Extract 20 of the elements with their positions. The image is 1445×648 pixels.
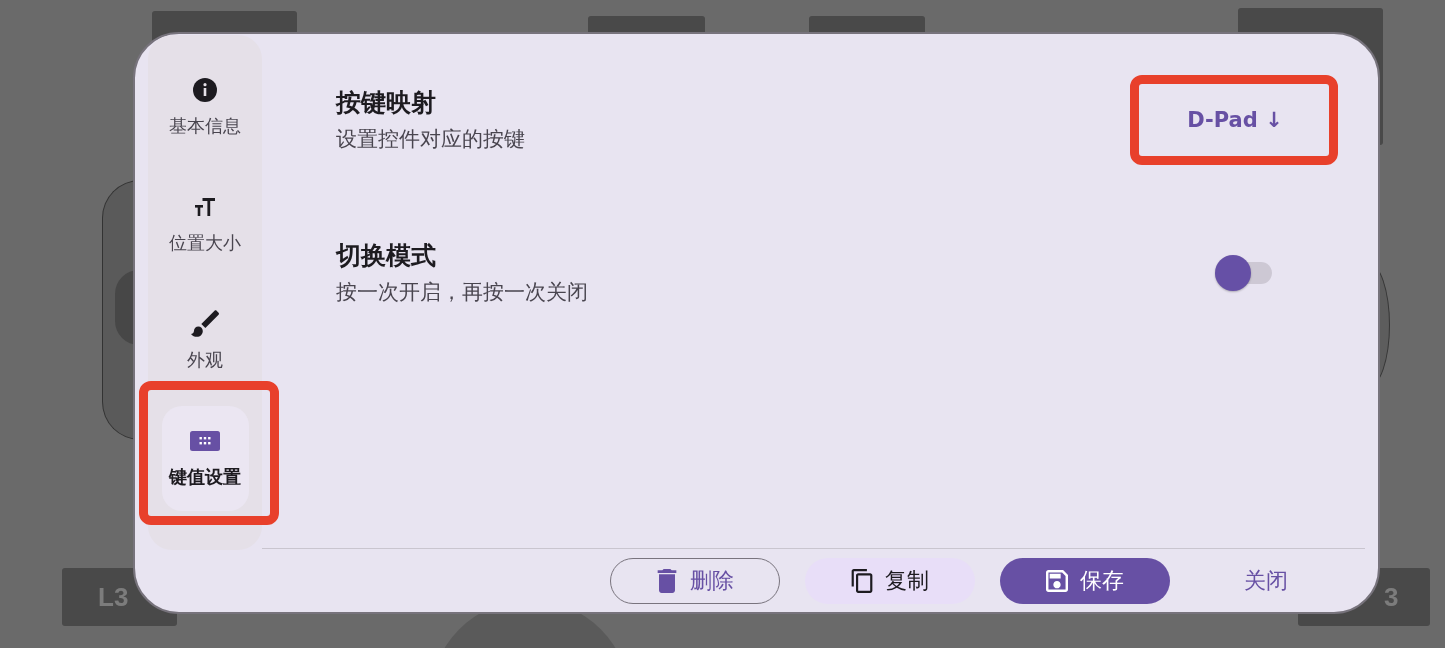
- brush-icon: [191, 309, 219, 337]
- keyboard-icon: [190, 430, 220, 451]
- setting-description: 设置控件对应的按键: [336, 126, 525, 152]
- copy-button[interactable]: 复制: [805, 558, 975, 604]
- nav-item[interactable]: 外观: [161, 289, 249, 394]
- setting-title: 按键映射: [336, 88, 436, 118]
- nav-item[interactable]: 位置大小: [161, 172, 249, 277]
- toggle-switch[interactable]: [1215, 255, 1272, 291]
- text-size-icon: [195, 197, 215, 216]
- setting-title: 切换模式: [336, 241, 436, 271]
- save-button[interactable]: 保存: [1000, 558, 1170, 604]
- copy-icon: [851, 569, 873, 593]
- key-mapping-button[interactable]: D-Pad ↓: [1150, 92, 1320, 148]
- nav-item[interactable]: 键值设置: [161, 406, 249, 511]
- trash-icon: [656, 569, 678, 593]
- info-icon: [193, 77, 217, 102]
- save-icon: [1046, 569, 1068, 593]
- nav-item[interactable]: 基本信息: [161, 55, 249, 160]
- setting-description: 按一次开启，再按一次关闭: [336, 279, 588, 305]
- close-button[interactable]: 关闭: [1230, 558, 1302, 604]
